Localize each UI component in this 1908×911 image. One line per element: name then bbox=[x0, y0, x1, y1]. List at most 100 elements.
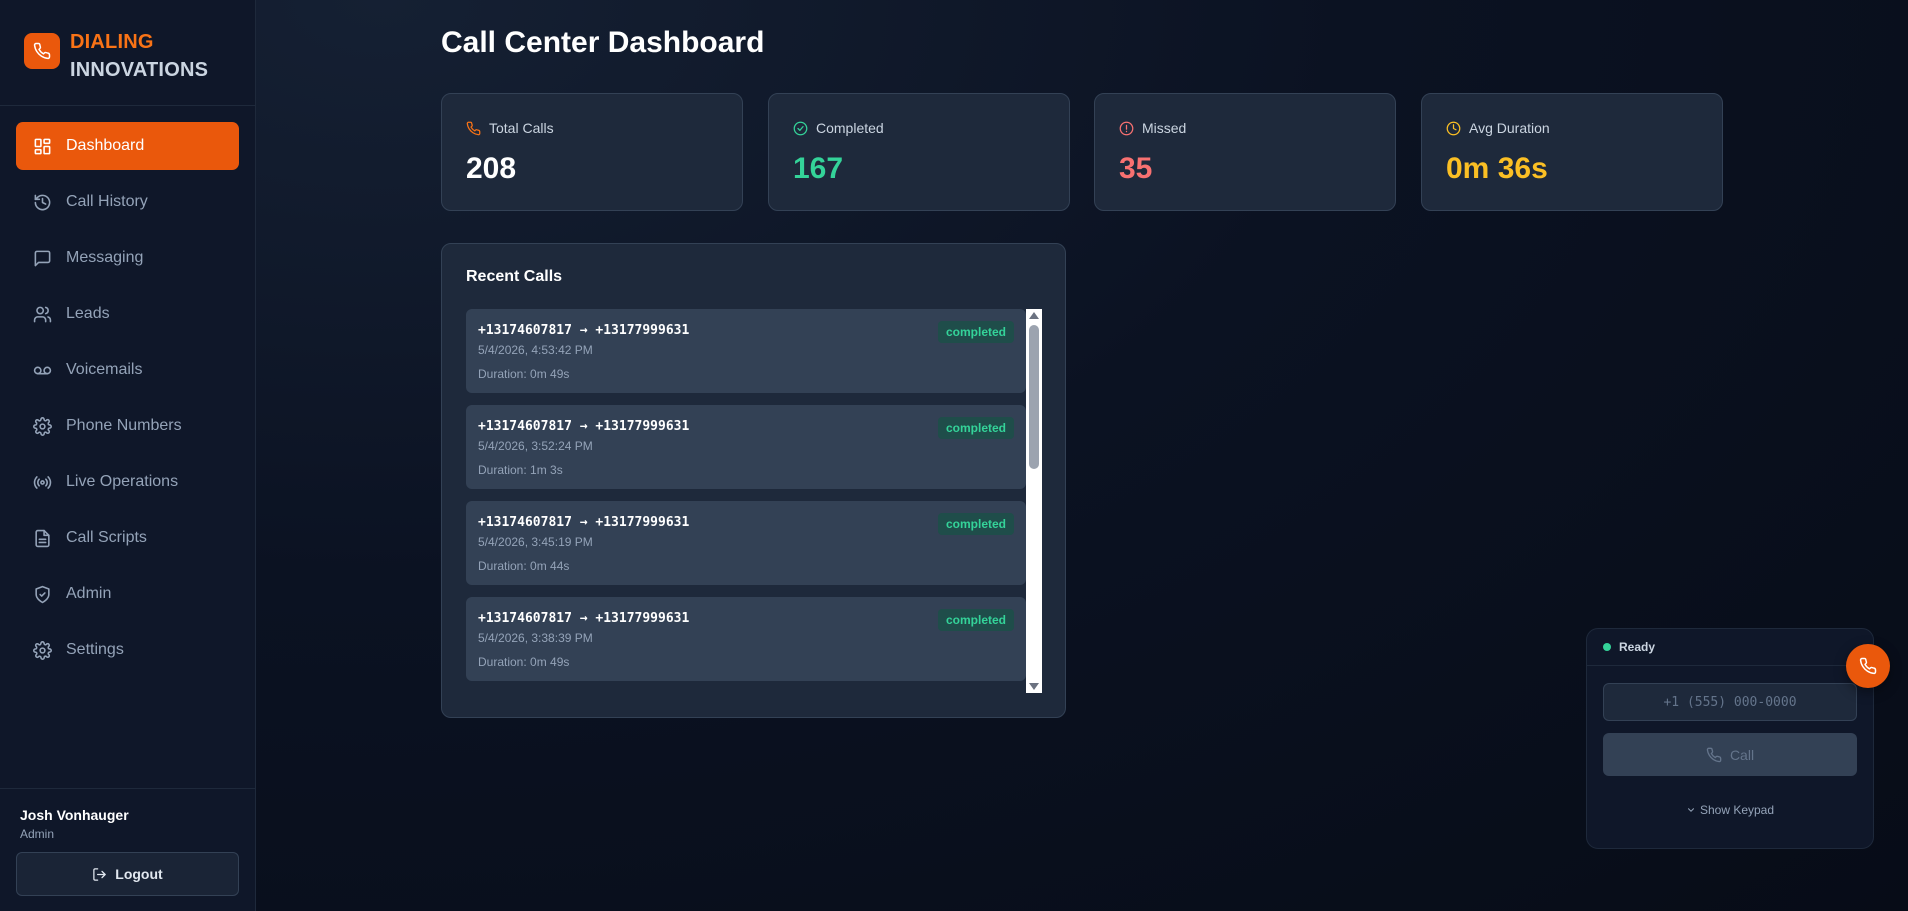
list-item[interactable]: +13174607817 → +13177999631 5/4/2026, 4:… bbox=[466, 309, 1026, 393]
status-badge: completed bbox=[937, 609, 1014, 631]
sidebar-item-label: Live Operations bbox=[66, 473, 179, 490]
sidebar-item-label: Leads bbox=[66, 305, 110, 322]
stat-value: 167 bbox=[793, 152, 844, 185]
user-name: Josh Vonhauger bbox=[20, 807, 129, 823]
chevron-down-icon bbox=[1686, 805, 1696, 815]
logout-button[interactable]: Logout bbox=[16, 852, 239, 896]
call-duration: Duration: 0m 49s bbox=[478, 367, 570, 381]
users-icon bbox=[32, 304, 52, 324]
divider bbox=[0, 788, 256, 789]
show-keypad-toggle[interactable]: Show Keypad bbox=[1587, 803, 1873, 817]
brand-phone-icon bbox=[24, 33, 60, 69]
sidebar-item-admin[interactable]: Admin bbox=[16, 570, 239, 618]
stat-card-completed: Completed 167 bbox=[768, 93, 1070, 211]
recent-calls-panel: Recent Calls +13174607817 → +13177999631… bbox=[441, 243, 1066, 718]
recent-calls-list[interactable]: +13174607817 → +13177999631 5/4/2026, 4:… bbox=[466, 309, 1026, 693]
check-circle-icon bbox=[793, 121, 808, 136]
sidebar-item-label: Phone Numbers bbox=[66, 417, 182, 434]
list-item[interactable]: +13174607817 → +13177999631 5/4/2026, 3:… bbox=[466, 597, 1026, 681]
status-badge: completed bbox=[937, 321, 1014, 343]
list-item[interactable]: +13174607817 → +13177999631 5/4/2026, 3:… bbox=[466, 405, 1026, 489]
sidebar-item-label: Admin bbox=[66, 585, 112, 602]
call-numbers: +13174607817 → +13177999631 bbox=[478, 611, 690, 626]
gear-icon bbox=[32, 640, 52, 660]
sidebar-item-label: Messaging bbox=[66, 249, 144, 266]
stat-card-missed: Missed 35 bbox=[1094, 93, 1396, 211]
show-keypad-label: Show Keypad bbox=[1699, 803, 1775, 817]
stat-label: Total Calls bbox=[489, 120, 554, 136]
divider bbox=[0, 105, 256, 106]
call-numbers: +13174607817 → +13177999631 bbox=[478, 323, 690, 338]
stat-card-avg-duration: Avg Duration 0m 36s bbox=[1421, 93, 1723, 211]
sidebar-item-settings[interactable]: Settings bbox=[16, 626, 239, 674]
brand-name-line1: DIALING bbox=[70, 31, 154, 53]
call-timestamp: 5/4/2026, 3:45:19 PM bbox=[478, 535, 593, 549]
call-timestamp: 5/4/2026, 3:52:24 PM bbox=[478, 439, 593, 453]
sidebar-item-dashboard[interactable]: Dashboard bbox=[16, 122, 239, 170]
phone-icon bbox=[1859, 657, 1877, 675]
call-button-label: Call bbox=[1729, 746, 1755, 763]
stat-label: Completed bbox=[816, 120, 884, 136]
brand-name-line2: INNOVATIONS bbox=[70, 59, 209, 81]
logout-icon bbox=[92, 867, 107, 882]
sidebar-item-label: Voicemails bbox=[66, 361, 143, 378]
gear-icon bbox=[32, 416, 52, 436]
sidebar-nav: Dashboard Call History Messaging Leads V… bbox=[16, 122, 239, 682]
stat-label: Missed bbox=[1142, 120, 1187, 136]
call-numbers: +13174607817 → +13177999631 bbox=[478, 419, 690, 434]
sidebar-item-call-scripts[interactable]: Call Scripts bbox=[16, 514, 239, 562]
phone-icon bbox=[1706, 747, 1722, 763]
scrollbar-thumb[interactable] bbox=[1029, 325, 1039, 469]
phone-icon bbox=[466, 121, 481, 136]
voicemail-icon bbox=[32, 360, 52, 380]
call-numbers: +13174607817 → +13177999631 bbox=[478, 515, 690, 530]
call-timestamp: 5/4/2026, 4:53:42 PM bbox=[478, 343, 593, 357]
message-icon bbox=[32, 248, 52, 268]
sidebar: DIALING INNOVATIONS Dashboard Call Histo… bbox=[0, 0, 256, 911]
call-duration: Duration: 0m 44s bbox=[478, 559, 570, 573]
sidebar-item-messaging[interactable]: Messaging bbox=[16, 234, 239, 282]
call-button[interactable]: Call bbox=[1603, 733, 1857, 776]
stat-label: Avg Duration bbox=[1469, 120, 1550, 136]
scroll-down-arrow-icon[interactable] bbox=[1029, 683, 1039, 690]
sidebar-item-label: Dashboard bbox=[66, 137, 145, 154]
radio-icon bbox=[32, 472, 52, 492]
logout-label: Logout bbox=[115, 866, 163, 882]
dashboard-icon bbox=[32, 136, 52, 156]
dialer-widget: Ready Call Show Keypad bbox=[1586, 628, 1874, 849]
sidebar-item-leads[interactable]: Leads bbox=[16, 290, 239, 338]
history-icon bbox=[32, 192, 52, 212]
alert-circle-icon bbox=[1119, 121, 1134, 136]
stat-value: 0m 36s bbox=[1446, 152, 1548, 185]
brand[interactable]: DIALING INNOVATIONS bbox=[24, 28, 208, 84]
call-duration: Duration: 0m 49s bbox=[478, 655, 570, 669]
list-item[interactable]: +13174607817 → +13177999631 5/4/2026, 3:… bbox=[466, 501, 1026, 585]
phone-number-input[interactable] bbox=[1603, 683, 1857, 721]
stat-value: 35 bbox=[1119, 152, 1153, 185]
stat-card-total-calls: Total Calls 208 bbox=[441, 93, 743, 211]
sidebar-item-voicemails[interactable]: Voicemails bbox=[16, 346, 239, 394]
sidebar-item-label: Settings bbox=[66, 641, 124, 658]
stat-value: 208 bbox=[466, 152, 517, 185]
clock-icon bbox=[1446, 121, 1461, 136]
status-badge: completed bbox=[937, 513, 1014, 535]
document-icon bbox=[32, 528, 52, 548]
shield-icon bbox=[32, 584, 52, 604]
dialer-status: Ready bbox=[1587, 629, 1873, 666]
scrollbar[interactable] bbox=[1026, 309, 1042, 693]
status-dot-icon bbox=[1603, 643, 1611, 651]
call-duration: Duration: 1m 3s bbox=[478, 463, 563, 477]
status-badge: completed bbox=[937, 417, 1014, 439]
scroll-up-arrow-icon[interactable] bbox=[1029, 312, 1039, 319]
sidebar-item-label: Call Scripts bbox=[66, 529, 147, 546]
dialer-toggle-button[interactable] bbox=[1846, 644, 1890, 688]
dialer-status-label: Ready bbox=[1619, 640, 1656, 654]
recent-calls-title: Recent Calls bbox=[466, 268, 563, 285]
sidebar-item-phone-numbers[interactable]: Phone Numbers bbox=[16, 402, 239, 450]
page-title: Call Center Dashboard bbox=[441, 26, 765, 59]
call-timestamp: 5/4/2026, 3:38:39 PM bbox=[478, 631, 593, 645]
sidebar-item-call-history[interactable]: Call History bbox=[16, 178, 239, 226]
user-role: Admin bbox=[20, 827, 55, 841]
sidebar-item-label: Call History bbox=[66, 193, 148, 210]
sidebar-item-live-operations[interactable]: Live Operations bbox=[16, 458, 239, 506]
